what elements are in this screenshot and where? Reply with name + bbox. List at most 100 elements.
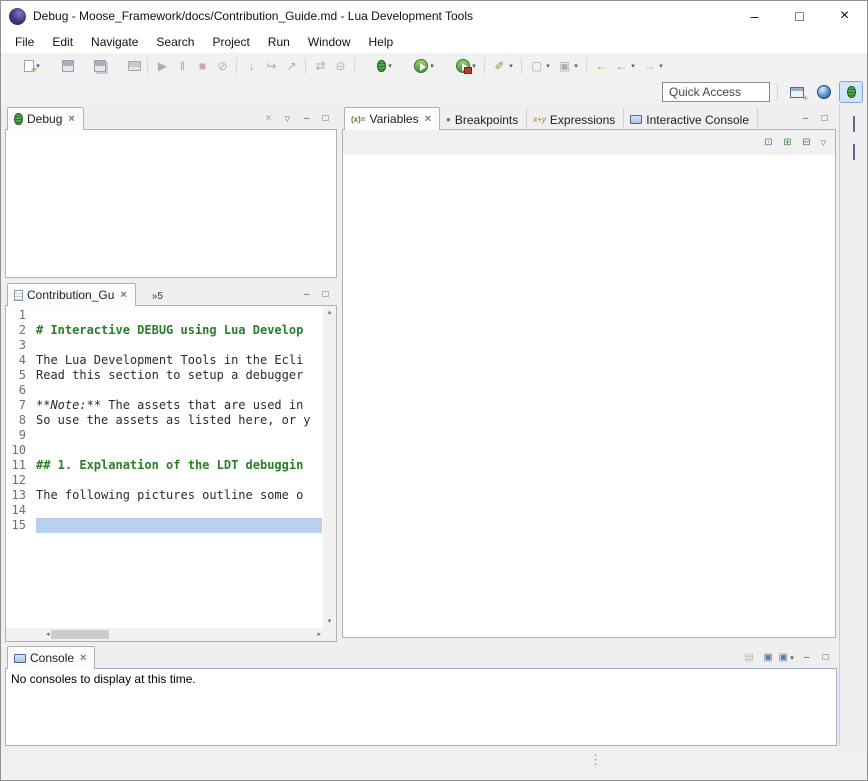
restore-view-button[interactable] xyxy=(853,145,855,159)
editor-line[interactable]: 4 The Lua Development Tools in the Ecli xyxy=(8,353,322,368)
menu-item[interactable]: Navigate xyxy=(82,32,147,52)
use-step-filters-button[interactable]: ⇄ ▾ xyxy=(311,55,330,77)
quick-access-button[interactable]: Quick Access xyxy=(662,82,770,102)
scroll-right-icon[interactable]: ▸ xyxy=(317,630,321,639)
title-bar[interactable]: Debug - Moose_Framework/docs/Contributio… xyxy=(1,1,867,31)
scrollbar-track[interactable] xyxy=(50,629,318,640)
menu-item[interactable]: Edit xyxy=(43,32,82,52)
maximize-view-button[interactable]: □ xyxy=(817,649,834,666)
search-tool-button[interactable]: ✐ ▾ xyxy=(490,55,517,77)
tab-expressions[interactable]: x+y Expressions xyxy=(527,108,624,131)
new-button[interactable]: ▾ xyxy=(7,55,44,77)
editor-line[interactable]: 13 The following pictures outline some o xyxy=(8,488,322,503)
editor-line[interactable]: 3 xyxy=(8,338,322,353)
show-logical-structure-button[interactable]: ⊡ xyxy=(760,134,777,151)
remove-terminated-launches-button[interactable]: × xyxy=(260,110,277,127)
terminate-button[interactable]: ■ ▾ xyxy=(193,55,212,77)
dropdown-arrow-icon[interactable]: ▾ xyxy=(629,62,637,70)
back-button[interactable]: ← ▾ xyxy=(612,55,639,77)
maximize-view-button[interactable]: □ xyxy=(816,110,833,127)
editor-line[interactable]: 11 ## 1. Explanation of the LDT debuggin xyxy=(8,458,322,473)
save-all-button[interactable]: ▾ xyxy=(77,55,110,77)
window-close-button[interactable]: × xyxy=(822,1,867,31)
lua-perspective-button[interactable] xyxy=(812,81,836,103)
tab-editor-contribution-guide[interactable]: Contribution_Gu × xyxy=(7,283,136,306)
tab-breakpoints[interactable]: ● Breakpoints xyxy=(440,108,527,131)
dropdown-arrow-icon[interactable]: ▾ xyxy=(788,654,796,662)
editor-line[interactable]: 15 xyxy=(8,518,322,533)
debug-perspective-button[interactable] xyxy=(839,81,863,103)
window-maximize-button[interactable]: □ xyxy=(777,1,822,31)
tab-variables[interactable]: (x)= Variables × xyxy=(344,107,440,130)
menu-item[interactable]: Project xyxy=(203,32,258,52)
menu-item[interactable]: Window xyxy=(299,32,360,52)
view-menu-button[interactable]: ▽ xyxy=(279,110,296,127)
menu-item[interactable]: Run xyxy=(259,32,299,52)
open-console-page-button[interactable]: ▤ ▾ xyxy=(741,649,758,666)
run-button[interactable]: ▾ xyxy=(397,55,438,77)
dropdown-arrow-icon[interactable]: ▾ xyxy=(657,62,665,70)
editor-line[interactable]: 14 xyxy=(8,503,322,518)
scroll-down-icon[interactable]: ▾ xyxy=(328,617,332,626)
scrollbar-thumb[interactable] xyxy=(51,630,109,639)
editor-line[interactable]: 12 xyxy=(8,473,322,488)
close-tab-icon[interactable]: × xyxy=(68,113,74,125)
editor-overflow-chevron[interactable]: »5 xyxy=(152,288,163,302)
editor-vscrollbar[interactable]: ▴ ▾ xyxy=(323,306,336,628)
tab-debug[interactable]: Debug × xyxy=(7,107,84,130)
window-minimize-button[interactable]: – xyxy=(732,1,777,31)
close-tab-icon[interactable]: × xyxy=(80,652,86,664)
resume-button[interactable]: ▶ ▾ xyxy=(153,55,172,77)
collapse-all-button[interactable]: ⊟ xyxy=(798,134,815,151)
display-selected-console-button[interactable]: ▣ ▾ xyxy=(760,649,777,666)
editor-line[interactable]: 2 # Interactive DEBUG using Lua Develop xyxy=(8,323,322,338)
step-return-button[interactable]: ↗ ▾ xyxy=(282,55,301,77)
dropdown-arrow-icon[interactable]: ▾ xyxy=(386,62,394,70)
debug-button[interactable]: ▾ xyxy=(360,55,396,77)
editor-line[interactable]: 8 So use the assets as listed here, or y xyxy=(8,413,322,428)
close-tab-icon[interactable]: × xyxy=(425,113,431,125)
save-button[interactable]: ▾ xyxy=(45,55,76,77)
menu-item[interactable]: Help xyxy=(360,32,403,52)
dropdown-arrow-icon[interactable]: ▾ xyxy=(428,62,436,70)
minimize-view-button[interactable]: – xyxy=(798,649,815,666)
maximize-view-button[interactable]: □ xyxy=(317,110,334,127)
editor-line[interactable]: 9 xyxy=(8,428,322,443)
suspend-button[interactable]: ‖ ▾ xyxy=(173,55,192,77)
editor-content[interactable]: 1 2 # Interactive DEBUG using Lua Develo… xyxy=(8,308,322,627)
menu-item[interactable]: File xyxy=(6,32,43,52)
step-into-button[interactable]: ↓ ▾ xyxy=(242,55,261,77)
editor-line[interactable]: 7 **Note:** The assets that are used in xyxy=(8,398,322,413)
external-tools-button[interactable]: ▾ xyxy=(439,55,480,77)
close-tab-icon[interactable]: × xyxy=(120,289,126,301)
editor-line[interactable]: 5 Read this section to setup a debugger xyxy=(8,368,322,383)
editor-line[interactable]: 1 xyxy=(8,308,322,323)
menu-item[interactable]: Search xyxy=(147,32,203,52)
new-wizard-button[interactable]: ▢ ▾ xyxy=(527,55,554,77)
minimize-view-button[interactable]: – xyxy=(298,110,315,127)
open-perspective-button[interactable] xyxy=(785,81,809,103)
dropdown-arrow-icon[interactable]: ▾ xyxy=(507,62,515,70)
editor-hscrollbar[interactable]: ◂ ▸ xyxy=(44,628,323,641)
console-content[interactable]: No consoles to display at this time. xyxy=(5,668,837,746)
open-console-button[interactable]: ▣ ▾ xyxy=(779,649,796,666)
editor-line[interactable]: 6 xyxy=(8,383,322,398)
dropdown-arrow-icon[interactable]: ▾ xyxy=(544,62,552,70)
restore-view-button[interactable] xyxy=(853,117,855,131)
last-edit-location-button[interactable]: ← ▾ xyxy=(592,55,611,77)
dropdown-arrow-icon[interactable]: ▾ xyxy=(572,62,580,70)
sash-handle[interactable]: ⋮ xyxy=(589,752,602,768)
disconnect-button[interactable]: ⊘ ▾ xyxy=(213,55,232,77)
skip-all-breakpoints-button[interactable]: ⊝ ▾ xyxy=(331,55,350,77)
editor-line[interactable]: 10 xyxy=(8,443,322,458)
scroll-up-icon[interactable]: ▴ xyxy=(328,308,332,317)
step-over-button[interactable]: ↪ ▾ xyxy=(262,55,281,77)
tab-interactive-console[interactable]: Interactive Console xyxy=(624,108,758,131)
debug-view-content[interactable] xyxy=(5,129,337,278)
show-type-names-button[interactable]: ⊞ xyxy=(779,134,796,151)
tab-console[interactable]: Console × xyxy=(7,646,95,669)
maximize-view-button[interactable]: □ xyxy=(317,286,334,303)
print-button[interactable]: ▾ xyxy=(111,55,143,77)
view-menu-button[interactable]: ▽ xyxy=(815,134,832,151)
history-button[interactable]: ▣ ▾ xyxy=(555,55,582,77)
